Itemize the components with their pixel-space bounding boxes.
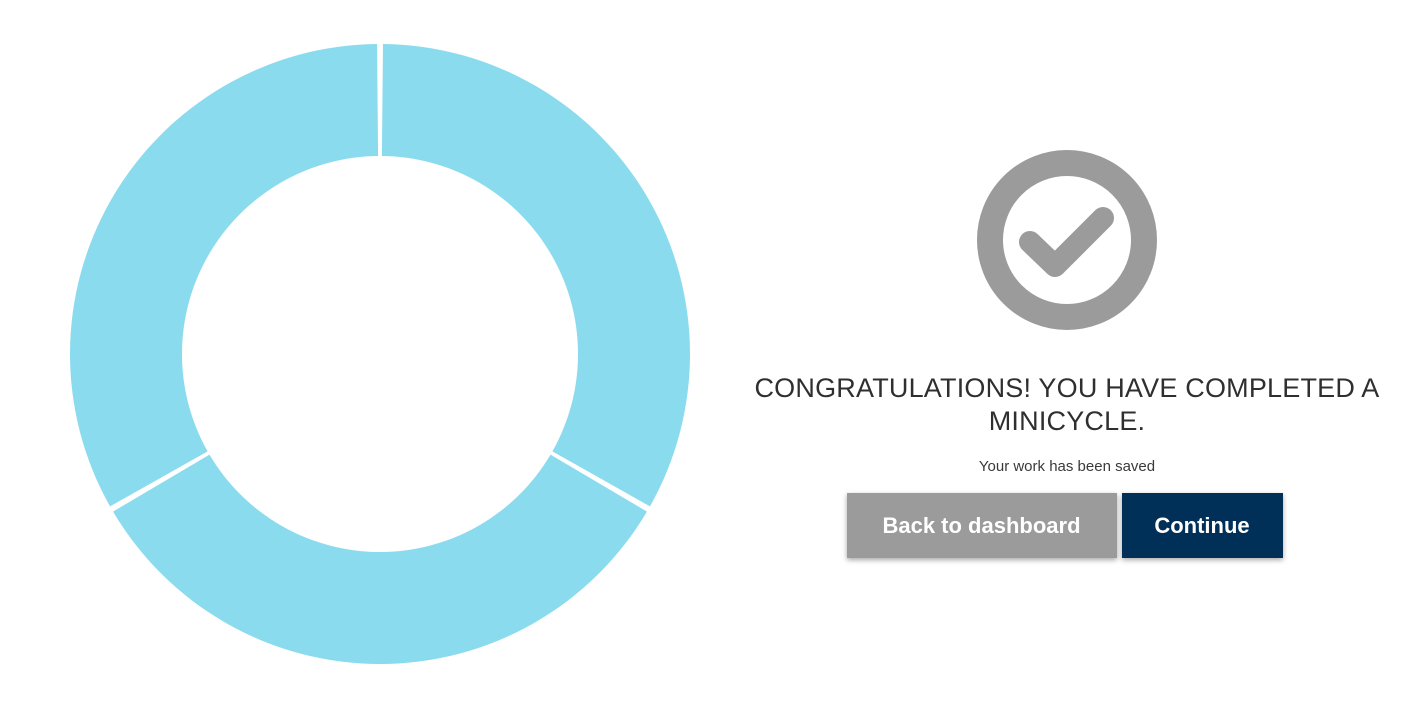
completion-title-line-1: CONGRATULATIONS! YOU HAVE COMPLETED A	[754, 373, 1380, 403]
saved-status-text: Your work has been saved	[978, 458, 1156, 475]
back-to-dashboard-button[interactable]: Back to dashboard	[846, 493, 1117, 558]
completion-title: CONGRATULATIONS! YOU HAVE COMPLETED A MI…	[730, 372, 1404, 438]
check-circle-icon	[977, 150, 1157, 330]
progress-ring-segment	[70, 44, 379, 507]
completion-panel: CONGRATULATIONS! YOU HAVE COMPLETED A MI…	[730, 148, 1404, 558]
action-buttons: Back to dashboard Continue	[730, 493, 1404, 558]
completion-title-line-2: MINICYCLE.	[988, 406, 1146, 436]
progress-ring	[66, 40, 694, 668]
progress-ring-segment	[113, 454, 647, 664]
progress-ring-chart	[70, 44, 690, 664]
continue-button[interactable]: Continue	[1121, 493, 1283, 558]
progress-ring-segment	[381, 44, 690, 507]
